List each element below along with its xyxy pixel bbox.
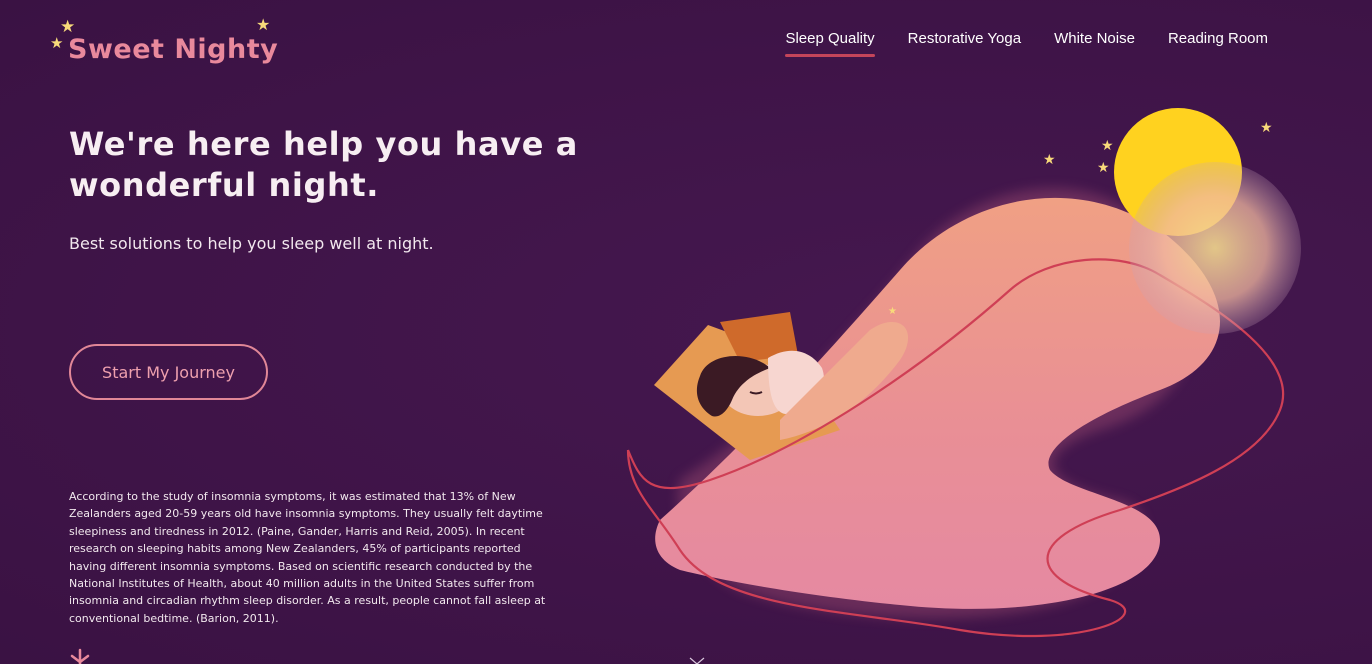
start-journey-button[interactable]: Start My Journey bbox=[69, 344, 268, 400]
star-icon: ★ bbox=[1260, 119, 1273, 135]
logo[interactable]: ★ ★ ★ Sweet Nighty bbox=[48, 16, 288, 76]
logo-text: Sweet Nighty bbox=[68, 34, 279, 65]
insomnia-study-text: According to the study of insomnia sympt… bbox=[69, 490, 546, 625]
nav-item-sleep-quality[interactable]: Sleep Quality bbox=[785, 30, 875, 57]
sleeping-woman-illustration: ★ ★ ★ ★ ★ bbox=[600, 100, 1320, 664]
star-icon: ★ bbox=[888, 306, 897, 317]
star-icon: ★ bbox=[60, 17, 76, 36]
star-icon: ★ bbox=[50, 35, 64, 52]
nav-item-white-noise[interactable]: White Noise bbox=[1054, 30, 1135, 57]
star-icon: ★ bbox=[1043, 151, 1056, 167]
nav-item-reading-room[interactable]: Reading Room bbox=[1168, 30, 1268, 57]
hero-title: We're here help you have a wonderful nig… bbox=[69, 125, 578, 204]
star-icon: ★ bbox=[1101, 137, 1114, 153]
main-nav: Sleep Quality Restorative Yoga White Noi… bbox=[752, 30, 1268, 57]
moon-glow bbox=[1129, 162, 1301, 334]
star-icon: ★ bbox=[256, 17, 271, 34]
hero-subtitle: Best solutions to help you sleep well at… bbox=[69, 234, 434, 253]
nav-item-restorative-yoga[interactable]: Restorative Yoga bbox=[908, 30, 1021, 57]
star-icon: ★ bbox=[1097, 159, 1110, 175]
sparkle-icon bbox=[70, 648, 90, 664]
landing-page: ★ ★ ★ Sweet Nighty Sleep Quality Restora… bbox=[0, 0, 1372, 664]
